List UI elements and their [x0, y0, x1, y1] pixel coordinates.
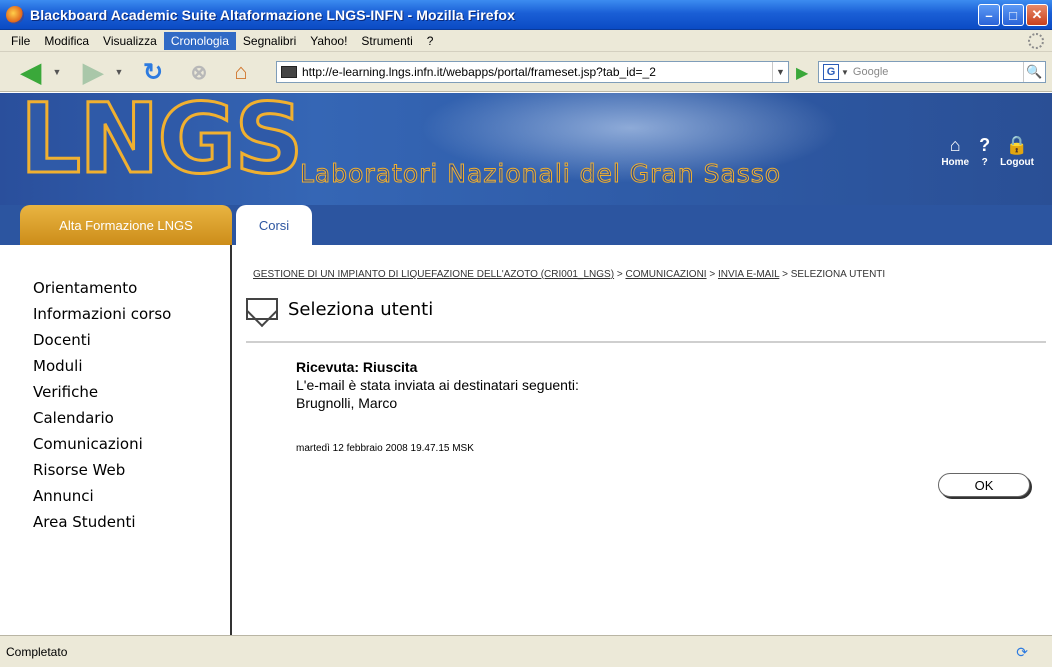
nav-item-calendario[interactable]: Calendario	[0, 405, 230, 431]
nav-item-moduli[interactable]: Moduli	[0, 353, 230, 379]
tab-strip: Alta Formazione LNGS Corsi	[0, 205, 1052, 245]
breadcrumb-separator: >	[709, 269, 716, 280]
search-placeholder[interactable]: Google	[853, 66, 1023, 78]
search-box[interactable]: G ▼ Google 🔍	[818, 61, 1046, 83]
menu-segnalibri[interactable]: Segnalibri	[236, 32, 303, 50]
menu-bar: File Modifica Visualizza Cronologia Segn…	[0, 30, 1052, 52]
breadcrumb-current: SELEZIONA UTENTI	[790, 269, 886, 280]
menu-yahoo[interactable]: Yahoo!	[303, 32, 354, 50]
ok-button[interactable]: OK	[938, 473, 1030, 497]
header-divider	[246, 341, 1046, 343]
nav-item-docenti[interactable]: Docenti	[0, 327, 230, 353]
forward-dropdown-icon[interactable]: ▼	[112, 61, 126, 83]
back-dropdown-icon[interactable]: ▼	[50, 61, 64, 83]
breadcrumb-comunicazioni[interactable]: COMUNICAZIONI	[625, 269, 706, 280]
url-text[interactable]: http://e-learning.lngs.infn.it/webapps/p…	[302, 65, 772, 79]
status-bar: Completato ⟳	[0, 635, 1052, 667]
reload-icon[interactable]: ↻	[140, 59, 166, 86]
nav-item-informazioni-corso[interactable]: Informazioni corso	[0, 301, 230, 327]
close-button[interactable]: ✕	[1026, 4, 1048, 26]
help-icon[interactable]: ?	[979, 133, 990, 157]
banner-tools: ⌂ Home ? ? 🔒 Logout	[941, 133, 1034, 168]
banner-subtitle: Laboratori Nazionali del Gran Sasso	[299, 159, 782, 189]
menu-modifica[interactable]: Modifica	[37, 32, 96, 50]
nav-item-orientamento[interactable]: Orientamento	[0, 275, 230, 301]
window-titlebar: Blackboard Academic Suite Altaformazione…	[0, 0, 1052, 30]
stop-icon[interactable]: ⊗	[186, 61, 212, 84]
url-dropdown-icon[interactable]: ▼	[772, 62, 788, 82]
logout-tool[interactable]: 🔒 Logout	[1000, 133, 1034, 168]
status-sync-icon: ⟳	[1016, 644, 1028, 660]
receipt-message: L'e-mail è stata inviata ai destinatari …	[296, 377, 579, 393]
breadcrumb: GESTIONE DI UN IMPIANTO DI LIQUEFAZIONE …	[253, 269, 1052, 280]
nav-item-verifiche[interactable]: Verifiche	[0, 379, 230, 405]
home-tool-label[interactable]: Home	[941, 157, 969, 168]
site-favicon-icon	[281, 66, 297, 78]
lngs-logo: LNGS	[18, 93, 304, 195]
course-menu: Orientamento Informazioni corso Docenti …	[0, 245, 232, 635]
go-icon[interactable]: ▶	[796, 63, 808, 83]
url-bar[interactable]: http://e-learning.lngs.infn.it/webapps/p…	[276, 61, 789, 83]
home-icon[interactable]: ⌂	[228, 59, 254, 84]
search-engine-dropdown-icon[interactable]: ▼	[841, 68, 849, 77]
home-tool[interactable]: ⌂ Home	[941, 133, 969, 168]
window-controls: – □ ✕	[978, 4, 1048, 26]
window-title: Blackboard Academic Suite Altaformazione…	[30, 6, 515, 23]
breadcrumb-separator: >	[616, 269, 623, 280]
maximize-button[interactable]: □	[1002, 4, 1024, 26]
search-engine-icon[interactable]: G	[823, 64, 839, 80]
home-icon[interactable]: ⌂	[950, 133, 961, 157]
main-content: GESTIONE DI UN IMPIANTO DI LIQUEFAZIONE …	[234, 245, 1052, 635]
search-icon[interactable]: 🔍	[1023, 62, 1045, 82]
menu-help[interactable]: ?	[420, 32, 441, 50]
breadcrumb-invia-email[interactable]: INVIA E-MAIL	[718, 269, 779, 280]
menu-cronologia[interactable]: Cronologia	[163, 31, 236, 50]
lock-icon[interactable]: 🔒	[1006, 133, 1028, 157]
menu-visualizza[interactable]: Visualizza	[96, 32, 164, 50]
help-tool[interactable]: ? ?	[979, 133, 990, 168]
throbber-icon	[1028, 33, 1044, 49]
page-title: Seleziona utenti	[288, 298, 434, 320]
receipt-timestamp: martedì 12 febbraio 2008 19.47.15 MSK	[296, 443, 474, 454]
forward-icon[interactable]: ▶	[80, 57, 106, 87]
tab-alta-formazione[interactable]: Alta Formazione LNGS	[20, 205, 232, 245]
page-header: Seleziona utenti	[246, 298, 433, 320]
firefox-icon	[6, 5, 24, 24]
envelope-icon	[246, 298, 278, 320]
status-text: Completato	[6, 644, 68, 659]
nav-item-area-studenti[interactable]: Area Studenti	[0, 509, 230, 535]
receipt-panel: Ricevuta: Riuscita L'e-mail è stata invi…	[296, 358, 579, 412]
minimize-button[interactable]: –	[978, 4, 1000, 26]
nav-item-annunci[interactable]: Annunci	[0, 483, 230, 509]
breadcrumb-separator: >	[782, 269, 788, 280]
tab-corsi[interactable]: Corsi	[236, 205, 312, 245]
logout-tool-label[interactable]: Logout	[1000, 157, 1034, 168]
recipient-name: Brugnolli, Marco	[296, 395, 398, 411]
back-icon[interactable]: ◀	[18, 57, 44, 87]
receipt-label: Ricevuta: Riuscita	[296, 359, 418, 375]
breadcrumb-course[interactable]: GESTIONE DI UN IMPIANTO DI LIQUEFAZIONE …	[253, 269, 614, 280]
menu-file[interactable]: File	[4, 32, 37, 50]
nav-item-risorse-web[interactable]: Risorse Web	[0, 457, 230, 483]
help-tool-label[interactable]: ?	[982, 157, 988, 168]
site-banner: LNGS Laboratori Nazionali del Gran Sasso…	[0, 93, 1052, 205]
navigation-toolbar: ◀ ▼ ▶ ▼ ↻ ⊗ ⌂ http://e-learning.lngs.inf…	[0, 52, 1052, 92]
menu-strumenti[interactable]: Strumenti	[354, 32, 419, 50]
nav-item-comunicazioni[interactable]: Comunicazioni	[0, 431, 230, 457]
